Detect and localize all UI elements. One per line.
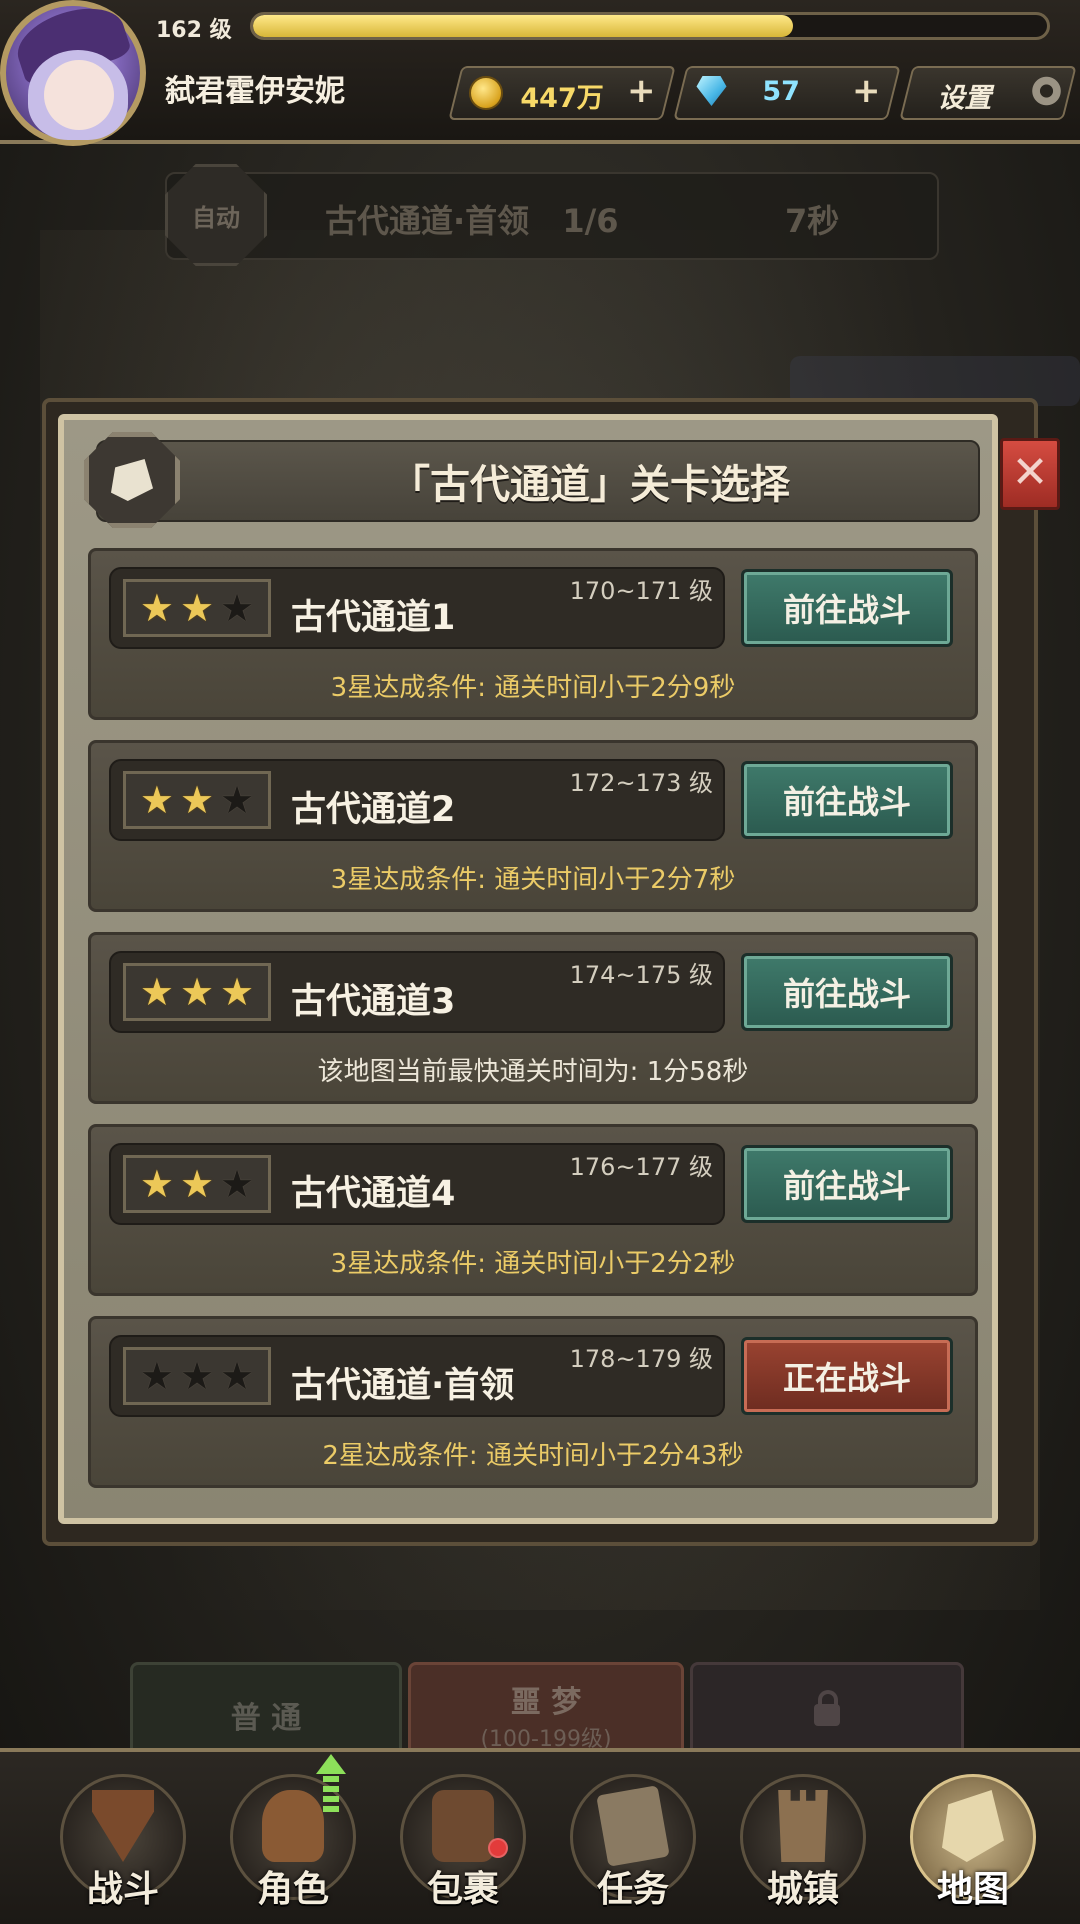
stage-name: 古代通道3 [291, 982, 456, 1022]
star-rating: ★ ★ ★ [123, 963, 271, 1021]
star-filled-icon: ★ [139, 1162, 174, 1206]
star-empty-icon: ★ [220, 1162, 255, 1206]
star-empty-icon: ★ [220, 1354, 255, 1398]
stage-info-strip: ★ ★ ★ 古代通道1 170~171 级 [109, 567, 725, 649]
stage-condition: 2星达成条件: 通关时间小于2分43秒 [322, 1441, 744, 1471]
settings-button[interactable]: 设置 [899, 66, 1077, 120]
nav-item-2[interactable]: 角色 [218, 1760, 368, 1920]
star-filled-icon: ★ [139, 778, 174, 822]
go-battle-button[interactable]: 前往战斗 [741, 1145, 953, 1223]
nav-item-1[interactable]: 战斗 [48, 1760, 198, 1920]
star-rating: ★ ★ ★ [123, 1347, 271, 1405]
auto-stage-progress: 1/6 [562, 202, 619, 240]
stage-info-strip: ★ ★ ★ 古代通道·首领 178~179 级 [109, 1335, 725, 1417]
player-avatar[interactable] [0, 0, 146, 146]
stage-condition: 3星达成条件: 通关时间小于2分7秒 [330, 865, 736, 895]
auto-timer: 7秒 [785, 202, 840, 240]
star-empty-icon: ★ [139, 1354, 174, 1398]
nav-item-3[interactable]: 包裹 [388, 1760, 538, 1920]
settings-label: 设置 [937, 83, 992, 114]
star-rating: ★ ★ ★ [123, 579, 271, 637]
stage-info-strip: ★ ★ ★ 古代通道2 172~173 级 [109, 759, 725, 841]
go-battle-button[interactable]: 前往战斗 [741, 953, 953, 1031]
stage-level-range: 174~175 级 [569, 961, 713, 989]
modal-title: 「古代通道」关卡选择 [390, 462, 790, 508]
notification-dot [488, 1838, 508, 1858]
stage-card: ★ ★ ★ 古代通道4 176~177 级前往战斗 3星达成条件: 通关时间小于2分2秒 [88, 1124, 978, 1296]
stage-info-strip: ★ ★ ★ 古代通道3 174~175 级 [109, 951, 725, 1033]
stage-level-range: 178~179 级 [569, 1345, 713, 1373]
auto-stage-text: 古代通道·首领 1/6 [325, 196, 619, 242]
stage-name: 古代通道·首领 [291, 1366, 515, 1406]
stage-level-range: 176~177 级 [569, 1153, 713, 1181]
nav-item-label: 任务 [596, 1869, 669, 1910]
upgrade-arrow-icon [316, 1754, 346, 1814]
star-filled-icon: ★ [179, 970, 215, 1014]
stage-condition: 3星达成条件: 通关时间小于2分2秒 [330, 1249, 736, 1279]
stage-card: ★ ★ ★ 古代通道2 172~173 级前往战斗 3星达成条件: 通关时间小于2分7秒 [88, 740, 978, 912]
player-name: 弑君霍伊安妮 [165, 74, 345, 109]
gem-counter: 57 + [673, 66, 901, 120]
go-battle-button[interactable]: 前往战斗 [741, 569, 953, 647]
star-filled-icon: ★ [179, 586, 215, 630]
xp-bar-fill [253, 15, 793, 37]
auto-battle-button[interactable]: 自动 [165, 164, 267, 266]
nav-item-label: 战斗 [86, 1869, 159, 1910]
star-filled-icon: ★ [220, 970, 255, 1014]
tab-normal-label: 普 通 [230, 1701, 302, 1736]
star-rating: ★ ★ ★ [123, 1155, 271, 1213]
nav-item-label: 地图 [936, 1869, 1009, 1910]
quest-scroll-icon [596, 1785, 670, 1867]
backpack-icon [432, 1790, 494, 1862]
gold-value: 447万 [520, 83, 604, 114]
diamond-icon [696, 76, 726, 106]
stage-info-strip: ★ ★ ★ 古代通道4 176~177 级 [109, 1143, 725, 1225]
close-button[interactable]: ✕ [1000, 438, 1060, 510]
add-gems-button[interactable]: + [848, 71, 884, 111]
nav-item-label: 角色 [256, 1869, 329, 1910]
star-empty-icon: ★ [220, 778, 255, 822]
auto-stage-name: 古代通道·首领 [325, 202, 530, 240]
tower-icon [778, 1790, 828, 1862]
nav-item-6[interactable]: 地图 [898, 1760, 1048, 1920]
nav-item-label: 包裹 [426, 1869, 499, 1910]
top-bar: 162 级 弑君霍伊安妮 447万 + 57 + 设置 [0, 0, 1080, 150]
star-empty-icon: ★ [179, 1354, 215, 1398]
star-empty-icon: ★ [220, 586, 255, 630]
stage-card: ★ ★ ★ 古代通道·首领 178~179 级正在战斗 2星达成条件: 通关时间小于2分4… [88, 1316, 978, 1488]
stage-card: ★ ★ ★ 古代通道1 170~171 级前往战斗 3星达成条件: 通关时间小于2分9秒 [88, 548, 978, 720]
stage-level-range: 170~171 级 [569, 577, 713, 605]
stage-name: 古代通道1 [291, 598, 456, 638]
go-battle-button[interactable]: 前往战斗 [741, 761, 953, 839]
stage-condition: 该地图当前最快通关时间为: 1分58秒 [317, 1057, 749, 1087]
coin-icon [469, 76, 503, 110]
star-filled-icon: ★ [179, 778, 215, 822]
gold-counter: 447万 + [448, 66, 676, 120]
avatar-face [44, 60, 114, 130]
nav-item-5[interactable]: 城镇 [728, 1760, 878, 1920]
add-gold-button[interactable]: + [623, 71, 659, 111]
tab-nightmare-label: 噩 梦 [510, 1685, 582, 1720]
in-battle-button[interactable]: 正在战斗 [741, 1337, 953, 1415]
stage-name: 古代通道2 [291, 790, 456, 830]
player-level: 162 级 [156, 18, 232, 43]
star-filled-icon: ★ [179, 1162, 215, 1206]
helmet-icon [262, 1790, 324, 1862]
xp-bar [250, 12, 1050, 40]
gem-value: 57 [762, 76, 800, 107]
nav-item-4[interactable]: 任务 [558, 1760, 708, 1920]
star-rating: ★ ★ ★ [123, 771, 271, 829]
stage-condition: 3星达成条件: 通关时间小于2分9秒 [330, 673, 736, 703]
nav-item-label: 城镇 [766, 1869, 839, 1910]
star-filled-icon: ★ [139, 970, 174, 1014]
gear-icon [1030, 75, 1063, 107]
stage-name: 古代通道4 [291, 1174, 456, 1214]
lock-icon [814, 1690, 840, 1726]
star-filled-icon: ★ [139, 586, 174, 630]
stage-level-range: 172~173 级 [569, 769, 713, 797]
stage-card: ★ ★ ★ 古代通道3 174~175 级前往战斗 该地图当前最快通关时间为: 1分58秒 [88, 932, 978, 1104]
